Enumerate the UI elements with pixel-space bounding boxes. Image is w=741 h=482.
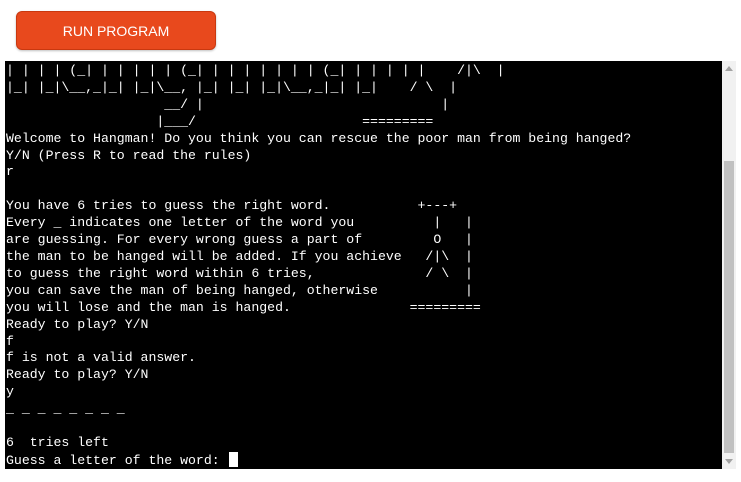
terminal[interactable]: | | | | (_| | | | | | (_| | | | | | | | … <box>5 61 736 469</box>
terminal-line: to guess the right word within 6 tries, … <box>6 265 473 281</box>
terminal-line: _ _ _ _ _ _ _ _ <box>6 401 125 417</box>
scroll-down-arrow-icon[interactable] <box>725 459 733 464</box>
terminal-line: you can save the man of being hanged, ot… <box>6 282 473 298</box>
terminal-output: | | | | (_| | | | | | (_| | | | | | | | … <box>6 63 720 469</box>
terminal-cursor[interactable] <box>228 451 238 467</box>
terminal-line: Ready to play? Y/N <box>6 316 149 332</box>
scroll-up-arrow-icon[interactable] <box>725 66 733 71</box>
terminal-line: |___/ ========= <box>6 113 434 129</box>
terminal-line: f <box>6 333 14 349</box>
terminal-prompt: Guess a letter of the word: <box>6 452 228 468</box>
terminal-line: you will lose and the man is hanged. ===… <box>6 299 481 315</box>
terminal-line: |_| |_|\__,_|_| |_|\__, |_| |_| |_|\__,_… <box>6 79 458 95</box>
terminal-line: Ready to play? Y/N <box>6 367 149 383</box>
terminal-line: r <box>6 164 14 180</box>
terminal-line: You have 6 tries to guess the right word… <box>6 198 458 214</box>
terminal-line: y <box>6 384 14 400</box>
terminal-scrollbar[interactable] <box>722 61 736 469</box>
terminal-line: Every _ indicates one letter of the word… <box>6 215 473 231</box>
terminal-line: 6 tries left <box>6 434 109 450</box>
terminal-line: the man to be hanged will be added. If y… <box>6 248 473 264</box>
terminal-line: f is not a valid answer. <box>6 350 196 366</box>
terminal-line: Welcome to Hangman! Do you think you can… <box>6 130 632 146</box>
terminal-line: | | | | (_| | | | | | (_| | | | | | | | … <box>6 63 505 78</box>
terminal-line: Y/N (Press R to read the rules) <box>6 147 252 163</box>
terminal-line: are guessing. For every wrong guess a pa… <box>6 232 473 248</box>
run-program-button[interactable]: RUN PROGRAM <box>16 11 216 50</box>
scrollbar-thumb[interactable] <box>724 161 734 453</box>
terminal-line: __/ | | <box>6 96 450 112</box>
